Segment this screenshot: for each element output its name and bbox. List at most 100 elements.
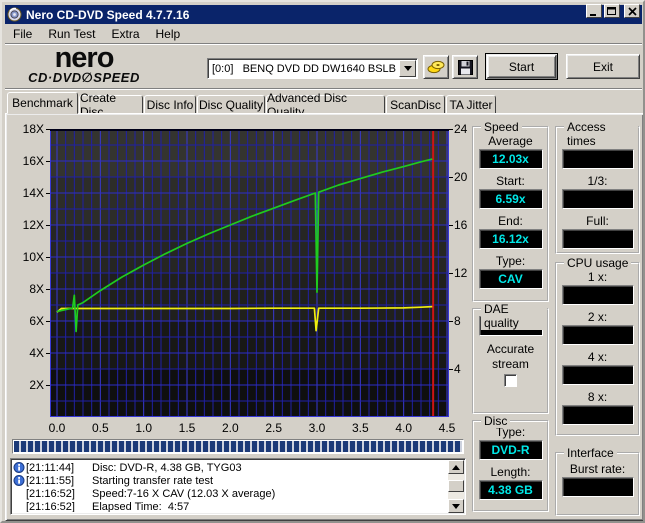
log-time: [21:16:52] (26, 487, 75, 500)
menu-help[interactable]: Help (148, 26, 189, 42)
app-window: Nero CD-DVD Speed 4.7.7.16 File Run Test… (0, 0, 645, 523)
average-speed-text: 12.03x (492, 152, 529, 166)
start-speed-value: 6.59x (478, 189, 543, 209)
log-row: [21:11:44] Disc: DVD-R, 4.38 GB, TYG03 (13, 461, 447, 474)
drive-select[interactable]: [0:0] BENQ DVD DD DW1640 BSLB (207, 58, 418, 79)
full-access-value (561, 229, 634, 249)
cdspeed-logo-text: CD·DVD∅SPEED (28, 70, 140, 85)
log-time: [21:16:52] (26, 500, 75, 513)
end-label: End: (498, 214, 523, 228)
end-speed-text: 16.12x (492, 232, 529, 246)
dae-quality-title: DAE quality (481, 302, 547, 330)
average-speed-value: 12.03x (478, 149, 543, 169)
discs-icon (427, 60, 445, 74)
type-label: Type: (495, 254, 526, 268)
info-icon (13, 462, 25, 473)
maximize-button[interactable] (604, 4, 620, 18)
close-icon (627, 6, 637, 16)
scroll-down-button[interactable] (448, 499, 464, 513)
average-label: Average (488, 134, 533, 148)
progress-bar-fill (14, 441, 462, 452)
exit-button-label: Exit (592, 59, 613, 74)
disc-type-text: DVD-R (491, 443, 530, 457)
log-time: [21:11:44] (26, 461, 75, 474)
cpu-2x-label: 2 x: (587, 310, 608, 324)
access-times-panel: Access times Random: 1/3: Full: (555, 120, 640, 254)
log-row: [21:16:52] Speed:7-16 X CAV (12.03 X ave… (13, 487, 447, 500)
save-button[interactable] (452, 55, 478, 79)
accurate-stream-checkbox[interactable] (504, 374, 517, 387)
access-times-title: Access times (564, 120, 638, 148)
start-label: Start: (496, 174, 525, 188)
tab-benchmark[interactable]: Benchmark (7, 92, 78, 114)
disc-type-value: DVD-R (478, 440, 543, 460)
disc-length-label: Length: (490, 465, 531, 479)
nero-logo-text: nero (54, 42, 115, 74)
one-third-label: 1/3: (587, 174, 608, 188)
exit-button[interactable]: Exit (566, 54, 640, 79)
full-label: Full: (586, 214, 609, 228)
interface-panel-title: Interface (564, 446, 617, 460)
speed-panel: Speed Average 12.03x Start: 6.59x End: 16.1… (472, 120, 549, 302)
close-button[interactable] (624, 4, 640, 18)
scrollbar-thumb[interactable] (448, 480, 464, 492)
drive-select-dropdown-button[interactable] (399, 60, 416, 77)
burst-rate-value (561, 477, 634, 497)
scroll-up-button[interactable] (448, 460, 464, 474)
end-speed-value: 16.12x (478, 229, 543, 249)
disc-tools-button[interactable] (423, 55, 449, 79)
start-speed-text: 6.59x (495, 192, 526, 206)
tab-ta-jitter[interactable]: TA Jitter (446, 95, 496, 114)
log-row: [21:16:52] Elapsed Time: 4:57 (13, 500, 447, 513)
menu-bar: File Run Test Extra Help (5, 24, 642, 43)
disc-panel: Disc Type: DVD-R Length: 4.38 GB (472, 414, 549, 512)
menu-file[interactable]: File (5, 26, 40, 42)
cpu-2x-value (561, 325, 634, 345)
info-icon (13, 475, 25, 486)
tab-advanced-disc-quality[interactable]: Advanced Disc Quality (266, 91, 385, 119)
log-scrollbar[interactable] (448, 460, 464, 513)
accurate-stream-label: Accurate (486, 342, 535, 356)
log-time: [21:11:55] (26, 474, 75, 487)
title-bar: Nero CD-DVD Speed 4.7.7.16 (5, 5, 642, 24)
floppy-icon (457, 59, 473, 75)
app-icon (7, 7, 22, 22)
log-rows: [21:11:44] Disc: DVD-R, 4.38 GB, TYG03 [… (13, 461, 447, 512)
log-text: Disc: DVD-R, 4.38 GB, TYG03 (92, 461, 242, 474)
speed-type-text: CAV (498, 272, 523, 286)
transfer-rate-chart (50, 129, 449, 417)
tab-create-disc[interactable]: Create Disc (79, 91, 143, 119)
cpu-1x-value (561, 285, 634, 305)
nero-logo: nero CD·DVD∅SPEED (8, 42, 160, 86)
menu-extra[interactable]: Extra (103, 26, 147, 42)
cpu-usage-panel: CPU usage 1 x: 2 x: 4 x: 8 x: (555, 256, 640, 436)
minimize-button[interactable] (586, 4, 602, 18)
start-button-label: Start (487, 55, 556, 78)
maximize-icon (607, 6, 616, 15)
log-box[interactable]: [21:11:44] Disc: DVD-R, 4.38 GB, TYG03 [… (10, 458, 466, 515)
log-text: Elapsed Time: 4:57 (92, 500, 190, 513)
speed-panel-title: Speed (481, 120, 522, 134)
disc-length-text: 4.38 GB (488, 483, 533, 497)
log-text: Starting transfer rate test (92, 474, 214, 487)
cpu-1x-label: 1 x: (587, 270, 608, 284)
menu-run-test[interactable]: Run Test (40, 26, 103, 42)
tab-disc-quality[interactable]: Disc Quality (197, 95, 265, 114)
tab-disc-info[interactable]: Disc Info (144, 95, 196, 114)
log-text: Speed:7-16 X CAV (12.03 X average) (92, 487, 276, 500)
one-third-access-value (561, 189, 634, 209)
accurate-stream-label2: stream (492, 357, 529, 371)
cpu-8x-value (561, 405, 634, 425)
start-button[interactable]: Start (485, 53, 558, 80)
arrow-up-icon (452, 464, 460, 470)
random-access-value (561, 149, 634, 169)
burst-rate-label: Burst rate: (569, 462, 626, 476)
cpu-usage-title: CPU usage (564, 256, 632, 270)
dae-quality-panel: DAE quality Accurate stream (472, 302, 549, 414)
progress-bar (12, 439, 464, 454)
cpu-4x-value (561, 365, 634, 385)
log-row: [21:11:55] Starting transfer rate test (13, 474, 447, 487)
window-title: Nero CD-DVD Speed 4.7.7.16 (26, 7, 190, 22)
tab-scandisc[interactable]: ScanDisc (386, 95, 445, 114)
chevron-down-icon (403, 66, 412, 71)
